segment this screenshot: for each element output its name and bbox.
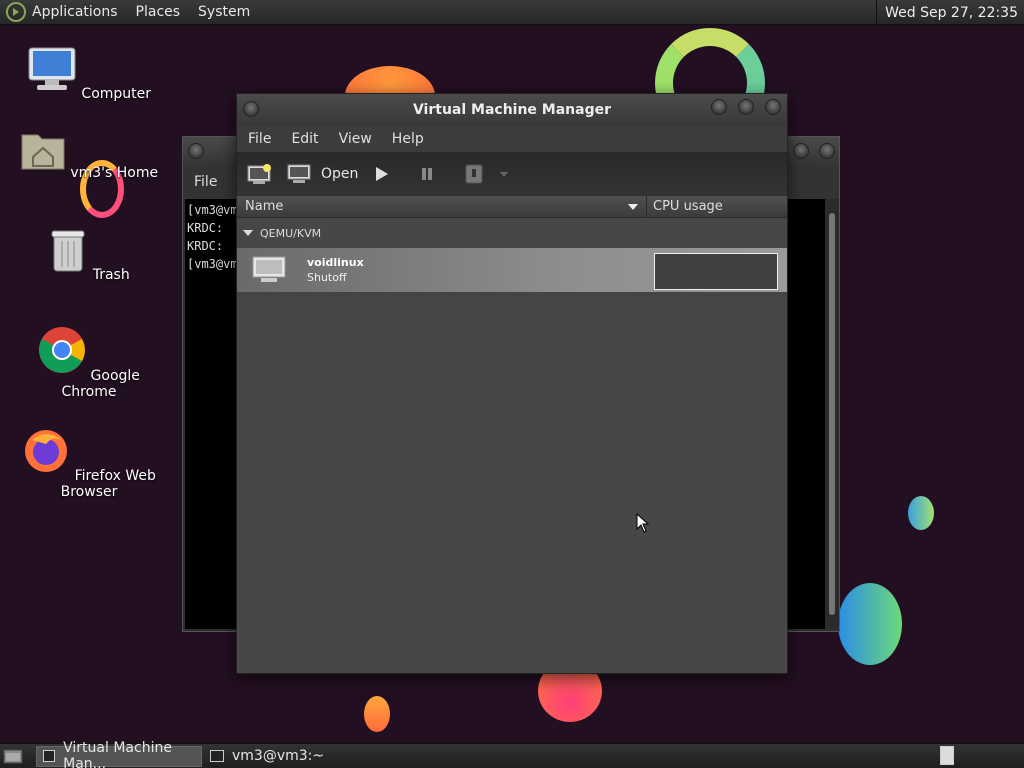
- monitor-icon: [287, 164, 311, 183]
- top-panel: Applications Places System Wed Sep 27, 2…: [0, 0, 1024, 25]
- vm-name: voidlinux: [307, 256, 364, 269]
- connection-row[interactable]: QEMU/KVM: [237, 218, 787, 248]
- desktop-icon-firefox[interactable]: Firefox Web Browser: [14, 426, 164, 500]
- terminal-menu-file[interactable]: File: [194, 174, 217, 190]
- firefox-icon: [25, 430, 68, 472]
- column-name-label: Name: [245, 199, 284, 214]
- column-header-cpu[interactable]: CPU usage: [647, 196, 787, 217]
- close-icon[interactable]: [819, 143, 835, 159]
- menu-system[interactable]: System: [198, 4, 250, 20]
- menu-view[interactable]: View: [339, 131, 372, 147]
- clock[interactable]: Wed Sep 27, 22:35: [876, 0, 1024, 25]
- column-header-name[interactable]: Name: [237, 196, 647, 217]
- workspace-switcher[interactable]: [940, 746, 954, 765]
- mouse-cursor-icon: [636, 513, 650, 533]
- menu-help[interactable]: Help: [392, 131, 424, 147]
- desktop-icon-label: Trash: [92, 267, 130, 283]
- desktop-icon-chrome[interactable]: Google Chrome: [14, 326, 164, 400]
- window-menu-icon[interactable]: [243, 101, 259, 117]
- trash-icon: [51, 230, 85, 272]
- bottom-taskbar: Virtual Machine Man... vm3@vm3:~: [0, 740, 1024, 768]
- connection-label: QEMU/KVM: [260, 226, 322, 240]
- window-title: Virtual Machine Manager: [412, 102, 612, 118]
- cpu-usage-graph: [654, 253, 778, 290]
- open-button[interactable]: Open: [287, 164, 358, 184]
- vmm-window[interactable]: Virtual Machine Manager File Edit View H…: [236, 93, 788, 674]
- column-cpu-label: CPU usage: [653, 199, 723, 214]
- wallpaper-blob: [908, 496, 934, 530]
- vm-status: Shutoff: [307, 271, 347, 284]
- vm-list-empty-area[interactable]: [237, 296, 787, 673]
- play-icon: [376, 167, 389, 181]
- run-button[interactable]: [372, 165, 390, 183]
- desktop-icon-computer[interactable]: Computer: [14, 46, 164, 102]
- taskbar-item-vmm[interactable]: Virtual Machine Man...: [36, 740, 202, 768]
- show-desktop-icon[interactable]: [2, 746, 26, 766]
- minimize-icon[interactable]: [793, 143, 809, 159]
- wallpaper-blob: [364, 696, 390, 732]
- desktop-icon-home[interactable]: vm3's Home: [14, 129, 164, 181]
- vm-row-voidlinux[interactable]: voidlinux Shutoff: [237, 248, 787, 292]
- chevron-down-icon[interactable]: [498, 170, 510, 178]
- vm-monitor-icon: [252, 256, 286, 282]
- task-label: Virtual Machine Man...: [63, 740, 172, 768]
- desktop-icon-trash[interactable]: Trash: [14, 227, 164, 283]
- desktop-icon-label: Computer: [81, 86, 152, 102]
- wallpaper-blob: [838, 583, 902, 665]
- new-vm-icon: [247, 164, 271, 184]
- desktop-icon-label: vm3's Home: [70, 165, 159, 181]
- vmm-task-icon: [43, 750, 56, 762]
- distro-logo-icon[interactable]: [6, 2, 26, 22]
- sort-descending-icon: [628, 203, 638, 210]
- menu-file[interactable]: File: [248, 131, 271, 147]
- vmm-titlebar[interactable]: Virtual Machine Manager: [237, 94, 787, 126]
- expander-down-icon[interactable]: [243, 229, 253, 237]
- pause-icon: [422, 168, 433, 180]
- home-folder-icon: [21, 134, 65, 170]
- shutdown-button[interactable]: [450, 164, 510, 184]
- chrome-icon: [39, 327, 86, 373]
- task-label: vm3@vm3:~: [232, 748, 325, 764]
- terminal-task-icon: [210, 750, 224, 762]
- window-menu-icon[interactable]: [188, 143, 204, 159]
- desktop-icon-label: Firefox Web Browser: [60, 468, 156, 500]
- maximize-icon[interactable]: [738, 99, 754, 115]
- pause-button[interactable]: [404, 165, 436, 183]
- menu-places[interactable]: Places: [136, 4, 181, 20]
- menu-applications[interactable]: Applications: [32, 4, 118, 20]
- scrollbar-thumb[interactable]: [829, 213, 835, 615]
- open-label: Open: [321, 166, 359, 182]
- new-vm-button[interactable]: [247, 163, 273, 185]
- close-icon[interactable]: [765, 99, 781, 115]
- minimize-icon[interactable]: [711, 99, 727, 115]
- shutdown-icon: [465, 164, 483, 184]
- vmm-menubar: File Edit View Help: [237, 126, 787, 152]
- taskbar-item-terminal[interactable]: vm3@vm3:~: [204, 746, 330, 767]
- terminal-scrollbar[interactable]: [825, 199, 839, 629]
- vm-list-header: Name CPU usage: [237, 196, 787, 218]
- computer-icon: [28, 47, 76, 90]
- menu-edit[interactable]: Edit: [291, 131, 318, 147]
- vmm-toolbar: Open: [237, 152, 787, 196]
